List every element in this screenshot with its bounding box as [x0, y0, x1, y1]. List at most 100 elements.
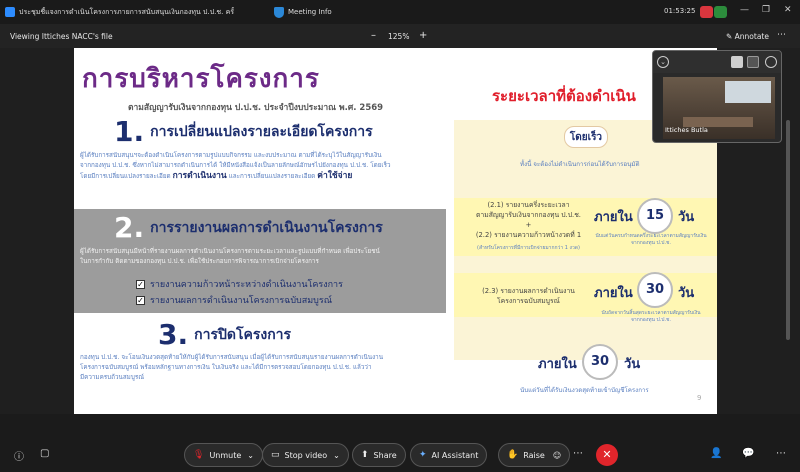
checklist-label-2: รายงานผลการดำเนินงานโครงการฉบับสมบูรณ์ [150, 296, 333, 306]
share-button[interactable]: ⬆ Share [352, 443, 406, 467]
annotate-label: Annotate [734, 32, 769, 41]
camera-icon: ▭ [271, 450, 280, 460]
ai-assistant-icon: ✦ [419, 450, 427, 460]
share-label: Share [373, 450, 397, 460]
meeting-info-link[interactable]: Meeting Info [288, 8, 332, 16]
row-3-within: ภายใน [538, 357, 577, 372]
close-icon[interactable]: ✕ [784, 5, 792, 15]
row-2-days-circle: 30 [637, 272, 673, 308]
section-2-line-1: ผู้ได้รับการสนับสนุนมีหน้าที่รายงานผลการ… [80, 248, 380, 255]
section-3-body: กองทุน ป.ป.ช. จะโอนเงินงวดสุดท้ายให้กับผ… [80, 353, 452, 383]
row-1-plus: + [525, 221, 532, 229]
section-1-highlight-2: ค่าใช้จ่าย [317, 171, 353, 181]
minimize-icon[interactable]: — [740, 5, 749, 15]
section-1-title: การเปลี่ยนแปลงรายละเอียดโครงการ [150, 123, 373, 140]
row-1-days-circle: 15 [637, 198, 673, 234]
checklist-label-1: รายงานความก้าวหน้าระหว่างดำเนินงานโครงกา… [150, 280, 343, 290]
row-1-day-unit: วัน [678, 210, 695, 225]
reactions-icon[interactable]: ☺ [553, 451, 561, 460]
raise-hand-button[interactable]: ✋ Raise ☺ [498, 443, 571, 467]
section-3-heading: 3. การปิดโครงการ [158, 318, 291, 351]
ai-assistant-button[interactable]: ✦ AI Assistant [410, 443, 488, 467]
row-1-line-1: (2.1) รายงานครึ่งระยะเวลา [487, 201, 570, 209]
row-1-within: ภายใน [594, 210, 633, 225]
zoom-out-button[interactable]: – [371, 30, 376, 41]
section-3-line-3: มีความครบถ้วนสมบูรณ์ [80, 374, 145, 381]
chevron-down-icon: ⌄ [333, 450, 340, 460]
row-1-note: (สำหรับโครงการที่มีการเบิกจ่ายมากกว่า 1 … [477, 245, 580, 251]
row-3-days-note: นับแต่วันที่ได้รับเงินงวดสุดท้ายเข้าบัญช… [520, 387, 649, 394]
more-icon[interactable]: ⋯ [777, 30, 786, 40]
zoom-level[interactable]: 125% [388, 32, 409, 41]
more-panels-icon[interactable]: ⋯ [776, 448, 786, 459]
raise-label: Raise [523, 450, 545, 460]
row-3-days-circle: 30 [582, 344, 618, 380]
row-2-days-note-2: จากกองทุน ป.ป.ช. [630, 317, 672, 323]
row-1-days-note: นับแต่วันครบกำหนดครึ่งระยะเวลาตามสัญญารั… [586, 233, 716, 247]
participant-video-tile[interactable]: ⌄ Ittiches Butla [652, 50, 782, 143]
section-1-line-3: โดยมีการเปลี่ยนแปลงรายละเอียด [80, 173, 171, 180]
layout-grid-icon[interactable] [747, 56, 759, 68]
section-1-number: 1. [114, 115, 145, 148]
section-2-box: 2. การรายงานผลการดำเนินงานโครงการ ผู้ได้… [74, 209, 446, 313]
section-2-body: ผู้ได้รับการสนับสนุนมีหน้าที่รายงานผลการ… [80, 247, 446, 267]
ai-assistant-label: AI Assistant [431, 450, 479, 460]
vertical-scrollbar[interactable] [786, 120, 790, 340]
timeline-title: ระยะเวลาที่ต้องดำเนิน [492, 87, 636, 105]
row-2-text: (2.3) รายงานผลการดำเนินงาน โครงการฉบับสม… [466, 286, 591, 306]
hand-icon: ✋ [507, 450, 519, 460]
checkbox-icon: ✓ [136, 279, 145, 289]
stop-video-label: Stop video [284, 450, 328, 460]
section-3-line-2: โครงการฉบับสมบูรณ์ พร้อมหลักฐานทางการเงิ… [80, 364, 372, 371]
row-2-line-1: (2.3) รายงานผลการดำเนินงาน [482, 287, 575, 295]
restore-icon[interactable]: ❐ [762, 5, 770, 15]
asap-badge: โดยเร็ว [564, 126, 608, 148]
leave-meeting-button[interactable]: ✕ [596, 444, 618, 466]
meeting-timer: 01:53:25 [664, 7, 696, 15]
participant-name: Ittiches Butla [665, 126, 708, 134]
section-1-line-2: จากกองทุน ป.ป.ช. ซึ่งหากไม่สามารถดำเนินก… [80, 162, 391, 169]
share-view-bar: Viewing Ittiches NACC's file – 125% + ✎ … [0, 24, 800, 48]
unmute-button[interactable]: 🎙 Unmute ⌄ [184, 443, 263, 467]
chevron-down-icon: ⌄ [247, 450, 254, 460]
row-1-line-2: ตามสัญญารับเงินจากกองทุน ป.ป.ช. [476, 211, 581, 219]
recording-icon[interactable] [700, 6, 713, 18]
participants-icon[interactable]: 👤 [710, 448, 722, 459]
chat-icon[interactable]: 💬 [742, 448, 754, 459]
section-1-body: ผู้ได้รับการสนับสนุนฯจะต้องดำเนินโครงการ… [80, 151, 450, 182]
unmute-label: Unmute [209, 450, 242, 460]
section-2-heading: 2. การรายงานผลการดำเนินงานโครงการ [114, 211, 383, 244]
zoom-in-button[interactable]: + [419, 30, 427, 41]
more-options-icon[interactable]: ⋯ [573, 448, 583, 459]
checklist-item-2: ✓ รายงานผลการดำเนินงานโครงการฉบับสมบูรณ์ [136, 293, 332, 307]
section-3-title: การปิดโครงการ [194, 326, 292, 343]
row-2-days-note-1: นับถัดจากวันสิ้นสุดระยะเวลาตามสัญญารับเง… [601, 310, 701, 316]
connection-icon[interactable] [714, 6, 727, 18]
asap-note: ทั้งนี้ จะต้องไม่ดำเนินการก่อนได้รับการอ… [520, 161, 640, 168]
info-icon[interactable]: ⓘ [14, 448, 24, 463]
row-2-day-unit: วัน [678, 286, 695, 301]
viewing-label: Viewing Ittiches NACC's file [10, 32, 113, 41]
chevron-down-icon[interactable]: ⌄ [657, 56, 669, 68]
row-3-day-unit: วัน [624, 357, 641, 372]
layout-single-icon[interactable] [731, 56, 743, 68]
share-left-margin [0, 48, 74, 414]
row-1-days-note-1: นับแต่วันครบกำหนดครึ่งระยะเวลาตามสัญญารั… [595, 233, 707, 239]
slide-title: การบริหารโครงการ [82, 64, 320, 94]
row-1-text: (2.1) รายงานครึ่งระยะเวลา ตามสัญญารับเงิ… [466, 200, 591, 240]
layout-icon[interactable]: ▢ [40, 448, 49, 459]
title-bar: ประชุมชี้แจงการดำเนินโครงการภายการสนับสน… [0, 0, 800, 24]
row-2-line-2: โครงการฉบับสมบูรณ์ [497, 297, 560, 305]
row-1-line-3: (2.2) รายงานความก้าวหน้างวดที่ 1 [475, 231, 582, 239]
annotate-button[interactable]: ✎ Annotate [726, 32, 769, 41]
row-2-within: ภายใน [594, 286, 633, 301]
checkbox-icon: ✓ [136, 295, 145, 305]
microphone-muted-icon: 🎙 [193, 450, 205, 460]
expand-icon[interactable] [765, 56, 777, 68]
shield-icon[interactable] [274, 6, 284, 18]
stop-video-button[interactable]: ▭ Stop video ⌄ [262, 443, 349, 467]
video-window-shape [725, 81, 771, 103]
section-2-number: 2. [114, 211, 145, 244]
row-2-days-note: นับถัดจากวันสิ้นสุดระยะเวลาตามสัญญารับเง… [586, 310, 716, 324]
row-1-days-note-2: จากกองทุน ป.ป.ช. [630, 240, 672, 246]
